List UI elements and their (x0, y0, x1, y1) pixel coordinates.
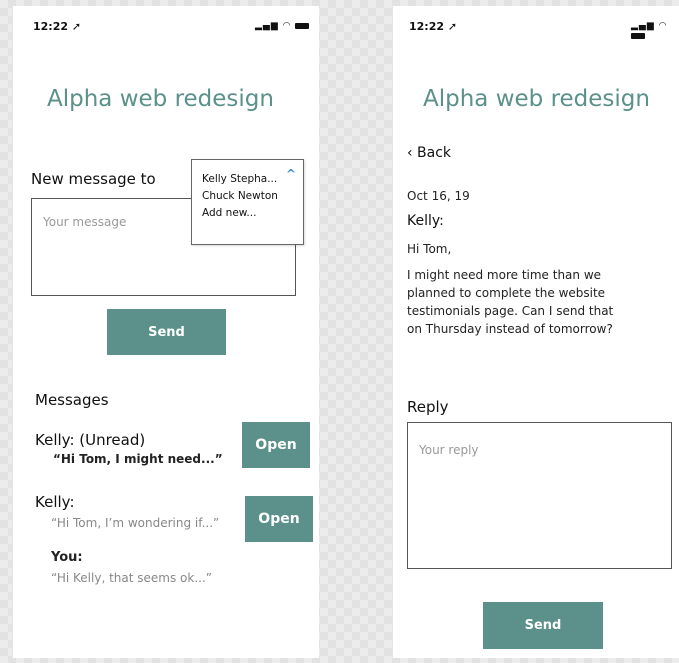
wifi-icon: ◠ (282, 21, 292, 31)
message-placeholder: Your message (43, 215, 127, 229)
message-body-line: I might need more time than we (407, 268, 602, 282)
recipient-dropdown[interactable]: Kelly Stepha... ^ Chuck Newton Add new..… (191, 159, 304, 245)
message-preview: “Hi Tom, I’m wondering if...” (51, 516, 220, 530)
status-icons: ▂▄▆ ◠ (631, 21, 679, 41)
send-reply-button[interactable]: Send (483, 602, 603, 649)
open-message-button[interactable]: Open (242, 422, 310, 468)
battery-icon (631, 32, 645, 39)
message-body-line: planned to complete the website (407, 286, 606, 300)
message-greeting: Hi Tom, (407, 242, 452, 256)
message-body-line: testimonials page. Can I send that (407, 304, 614, 318)
chevron-up-icon[interactable]: ^ (286, 167, 296, 181)
send-button[interactable]: Send (107, 309, 226, 355)
message-sender: Kelly: (35, 493, 75, 511)
reply-placeholder: Your reply (419, 443, 479, 457)
message-body-line: on Thursday instead of tomorrow? (407, 322, 613, 336)
status-icons: ▂▄▆ ◠ (255, 21, 310, 31)
message-preview: “Hi Tom, I might need...” (53, 452, 223, 466)
wifi-icon: ◠ (658, 21, 668, 31)
compose-screen: 12:22 ➚ ▂▄▆ ◠ Alpha web redesign New mes… (12, 6, 319, 658)
open-message-button[interactable]: Open (245, 496, 313, 542)
recipient-option-kelly[interactable]: Kelly Stepha... (202, 173, 277, 185)
reply-sender: You: (51, 550, 83, 565)
messages-heading: Messages (35, 391, 109, 409)
message-sender: Kelly: (407, 213, 444, 229)
back-link[interactable]: ‹ Back (407, 145, 451, 161)
new-message-label: New message to (31, 170, 156, 188)
reply-input[interactable]: Your reply (407, 422, 672, 569)
message-sender: Kelly: (Unread) (35, 431, 146, 449)
app-title: Alpha web redesign (423, 86, 650, 112)
location-arrow-icon: ➚ (447, 20, 458, 33)
status-time: 12:22 ➚ (33, 20, 82, 33)
location-arrow-icon: ➚ (71, 20, 82, 33)
message-detail-screen: 12:22 ➚ ▂▄▆ ◠ Alpha web redesign ‹ Back … (392, 6, 679, 658)
reply-label: Reply (407, 398, 449, 416)
reply-preview: “Hi Kelly, that seems ok...” (51, 571, 212, 585)
recipient-option-add-new[interactable]: Add new... (202, 207, 256, 219)
status-time: 12:22 ➚ (409, 20, 458, 33)
recipient-option-chuck[interactable]: Chuck Newton (202, 190, 278, 202)
battery-icon (295, 22, 310, 29)
signal-icon: ▂▄▆ (255, 21, 279, 31)
app-title: Alpha web redesign (47, 86, 274, 112)
signal-icon: ▂▄▆ (631, 21, 655, 31)
message-body: I might need more time than we planned t… (407, 267, 613, 339)
message-date: Oct 16, 19 (407, 189, 470, 203)
